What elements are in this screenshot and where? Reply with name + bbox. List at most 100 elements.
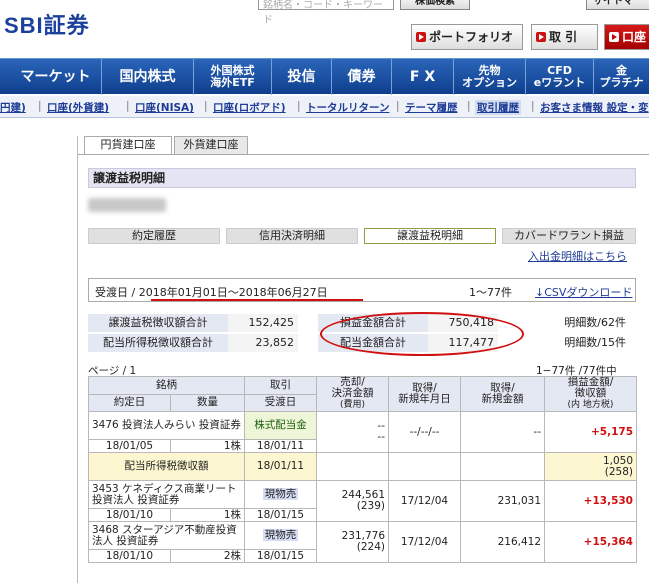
- subnav-separator: |: [38, 100, 42, 112]
- date-range-text: 受渡日 / 2018年01月01日〜2018年06月27日: [95, 284, 328, 300]
- nav-foreign-stock[interactable]: 外国株式 海外ETF: [194, 59, 272, 95]
- exec-date: 18/01/05: [88, 439, 171, 453]
- col-issue: 銘柄: [88, 376, 245, 395]
- portfolio-button[interactable]: ポートフォリオ: [411, 24, 523, 50]
- dividend-tax-amount: 1,050 (258): [544, 452, 637, 481]
- dividend-tax-date: 18/01/11: [244, 452, 317, 481]
- sale-amount: 231,776 (224): [316, 521, 389, 563]
- table-row: 3468 スターアジア不動産投資法人 投資証券 現物売 231,776 (224)…: [88, 521, 637, 563]
- tab-foreign-account[interactable]: 外貨建口座: [174, 136, 248, 154]
- trade-type: 現物売: [244, 480, 317, 509]
- trade-type-text: 現物売: [262, 529, 299, 541]
- nav-foreign-stock-line2: 海外ETF: [210, 76, 255, 89]
- col-sale-sub: (費用): [339, 400, 366, 410]
- col-acq-date-line2: 新規年月日: [398, 393, 451, 405]
- section-title: 譲渡益税明細: [88, 168, 636, 188]
- empty-cell: [388, 452, 461, 481]
- col-acq-amt-line2: 新規金額: [481, 393, 524, 405]
- trade-button[interactable]: 取 引: [531, 24, 598, 50]
- issue-name: 3476 投資法人みらい 投資証券: [88, 411, 245, 440]
- col-delivery: 受渡日: [244, 393, 317, 412]
- nav-cfd[interactable]: CFD eワラント: [526, 59, 594, 95]
- sale-amount-2: --: [377, 431, 385, 443]
- sitemap-button[interactable]: サイトマ: [586, 0, 649, 10]
- summary-dividend-tax-value: 23,852: [228, 334, 298, 353]
- trade-type-text: 株式配当金: [254, 419, 307, 431]
- acquire-amount: 216,412: [460, 521, 545, 563]
- download-arrow-icon: ↓: [535, 286, 545, 299]
- arrow-right-icon: [536, 32, 546, 42]
- delivery-date: 18/01/15: [244, 508, 317, 522]
- col-sale-line2: 決済金額: [331, 387, 374, 399]
- exec-date: 18/01/10: [88, 508, 171, 522]
- subnav-total-return[interactable]: トータルリターン: [306, 100, 389, 115]
- table-row-dividend-tax: 配当所得税徴収額 18/01/11 1,050 (258): [88, 452, 637, 481]
- issue-name: 3468 スターアジア不動産投資法人 投資証券: [88, 521, 245, 550]
- arrow-right-icon: [609, 32, 619, 42]
- subnav-separator: |: [297, 100, 301, 112]
- subnav-roboad[interactable]: 口座(ロボアド): [213, 100, 286, 115]
- col-pl-line2: 徴収額: [574, 387, 607, 399]
- col-sale: 売却/決済金額 (費用): [316, 376, 389, 412]
- nav-cfd-line2: eワラント: [533, 76, 586, 89]
- nav-gold[interactable]: 金プラチナ: [594, 59, 649, 95]
- subnav-nisa[interactable]: 口座(NISA): [135, 100, 194, 115]
- trade-label: 取 引: [549, 30, 578, 44]
- acquire-amount: 231,031: [460, 480, 545, 522]
- subnav-theme-history[interactable]: テーマ履歴: [405, 100, 458, 115]
- nav-fx[interactable]: F X: [392, 59, 454, 95]
- content-panel: 円貨建口座 外貨建口座 譲渡益税明細 約定履歴 信用決済明細 譲渡益税明細 カバ…: [77, 136, 649, 583]
- sbi-logo[interactable]: SBI証券: [4, 8, 90, 40]
- col-acq-date: 取得/新規年月日: [388, 376, 461, 412]
- subtab-capital-gains-tax[interactable]: 譲渡益税明細: [364, 228, 496, 244]
- csv-download-link[interactable]: ↓CSVダウンロード: [535, 284, 632, 300]
- stock-search-button[interactable]: 株価検索: [400, 0, 470, 10]
- pl-amount: +15,364: [544, 521, 637, 563]
- trade-type-text: 現物売: [262, 488, 299, 500]
- delivery-date-label: 受渡日 /: [95, 286, 136, 299]
- exec-date: 18/01/10: [88, 549, 171, 563]
- results-table: 銘柄 取引 売却/決済金額 (費用) 取得/新規年月日 取得/新規金額 損益金額/…: [88, 376, 637, 563]
- trade-type: 現物売: [244, 521, 317, 550]
- col-exec-date: 約定日: [88, 393, 171, 412]
- account-label: 口座: [622, 30, 647, 44]
- acquire-date: 17/12/04: [388, 480, 461, 522]
- subnav-separator: |: [126, 100, 130, 112]
- sub-nav: 円建) | 口座(外貨建) | 口座(NISA) | 口座(ロボアド) | トー…: [0, 96, 649, 118]
- deposit-detail-link[interactable]: 入出金明細はこちら: [528, 248, 627, 264]
- nav-bonds[interactable]: 債券: [332, 59, 392, 95]
- acquire-date: --/--/--: [388, 411, 461, 453]
- subnav-foreign[interactable]: 口座(外貨建): [47, 100, 109, 115]
- subtab-margin-settlement[interactable]: 信用決済明細: [226, 228, 358, 244]
- search-input[interactable]: 銘柄名・コード・キーワード: [258, 0, 394, 26]
- nav-futures[interactable]: 先物 オプション: [454, 59, 526, 95]
- dividend-tax-local: (258): [604, 465, 633, 478]
- col-qty: 数量: [170, 393, 245, 412]
- subnav-separator: |: [204, 100, 208, 112]
- summary-count-2: 明細数/15件: [518, 334, 628, 353]
- tab-divider: [78, 154, 649, 155]
- main-nav: マーケット 国内株式 外国株式 海外ETF 投信 債券 F X 先物 オプション C…: [0, 58, 649, 95]
- nav-futures-line2: オプション: [462, 76, 517, 89]
- nav-domestic-stock[interactable]: 国内株式: [102, 59, 194, 95]
- col-pl: 損益金額/徴収額 (内 地方税): [544, 376, 637, 412]
- subnav-trade-history[interactable]: 取引履歴: [475, 100, 521, 115]
- sale-amount-2: (239): [356, 500, 385, 512]
- date-range-box: 受渡日 / 2018年01月01日〜2018年06月27日 1〜77件 ↓CSV…: [88, 278, 636, 302]
- subtab-execution-history[interactable]: 約定履歴: [88, 228, 220, 244]
- summary-dividend-tax-label: 配当所得税徴収額合計: [88, 334, 228, 353]
- subnav-yen[interactable]: 円建): [0, 100, 26, 115]
- csv-download-label: CSVダウンロード: [544, 286, 633, 299]
- table-row: 3476 投資法人みらい 投資証券 株式配当金 -- -- --/--/-- --…: [88, 411, 637, 453]
- pl-amount: +13,530: [544, 480, 637, 522]
- subnav-customer-info[interactable]: お客さま情報 設定・変: [540, 100, 649, 115]
- summary-tax-value: 152,425: [228, 314, 298, 333]
- redacted-account-name: [88, 198, 166, 212]
- subtab-covered-warrant[interactable]: カバードワラント損益: [502, 228, 636, 244]
- nav-funds[interactable]: 投信: [272, 59, 332, 95]
- sale-amount: -- --: [316, 411, 389, 453]
- account-button[interactable]: 口座: [604, 24, 649, 50]
- nav-market[interactable]: マーケット: [10, 59, 102, 95]
- quantity: 2株: [170, 549, 245, 563]
- tab-yen-account[interactable]: 円貨建口座: [84, 136, 172, 154]
